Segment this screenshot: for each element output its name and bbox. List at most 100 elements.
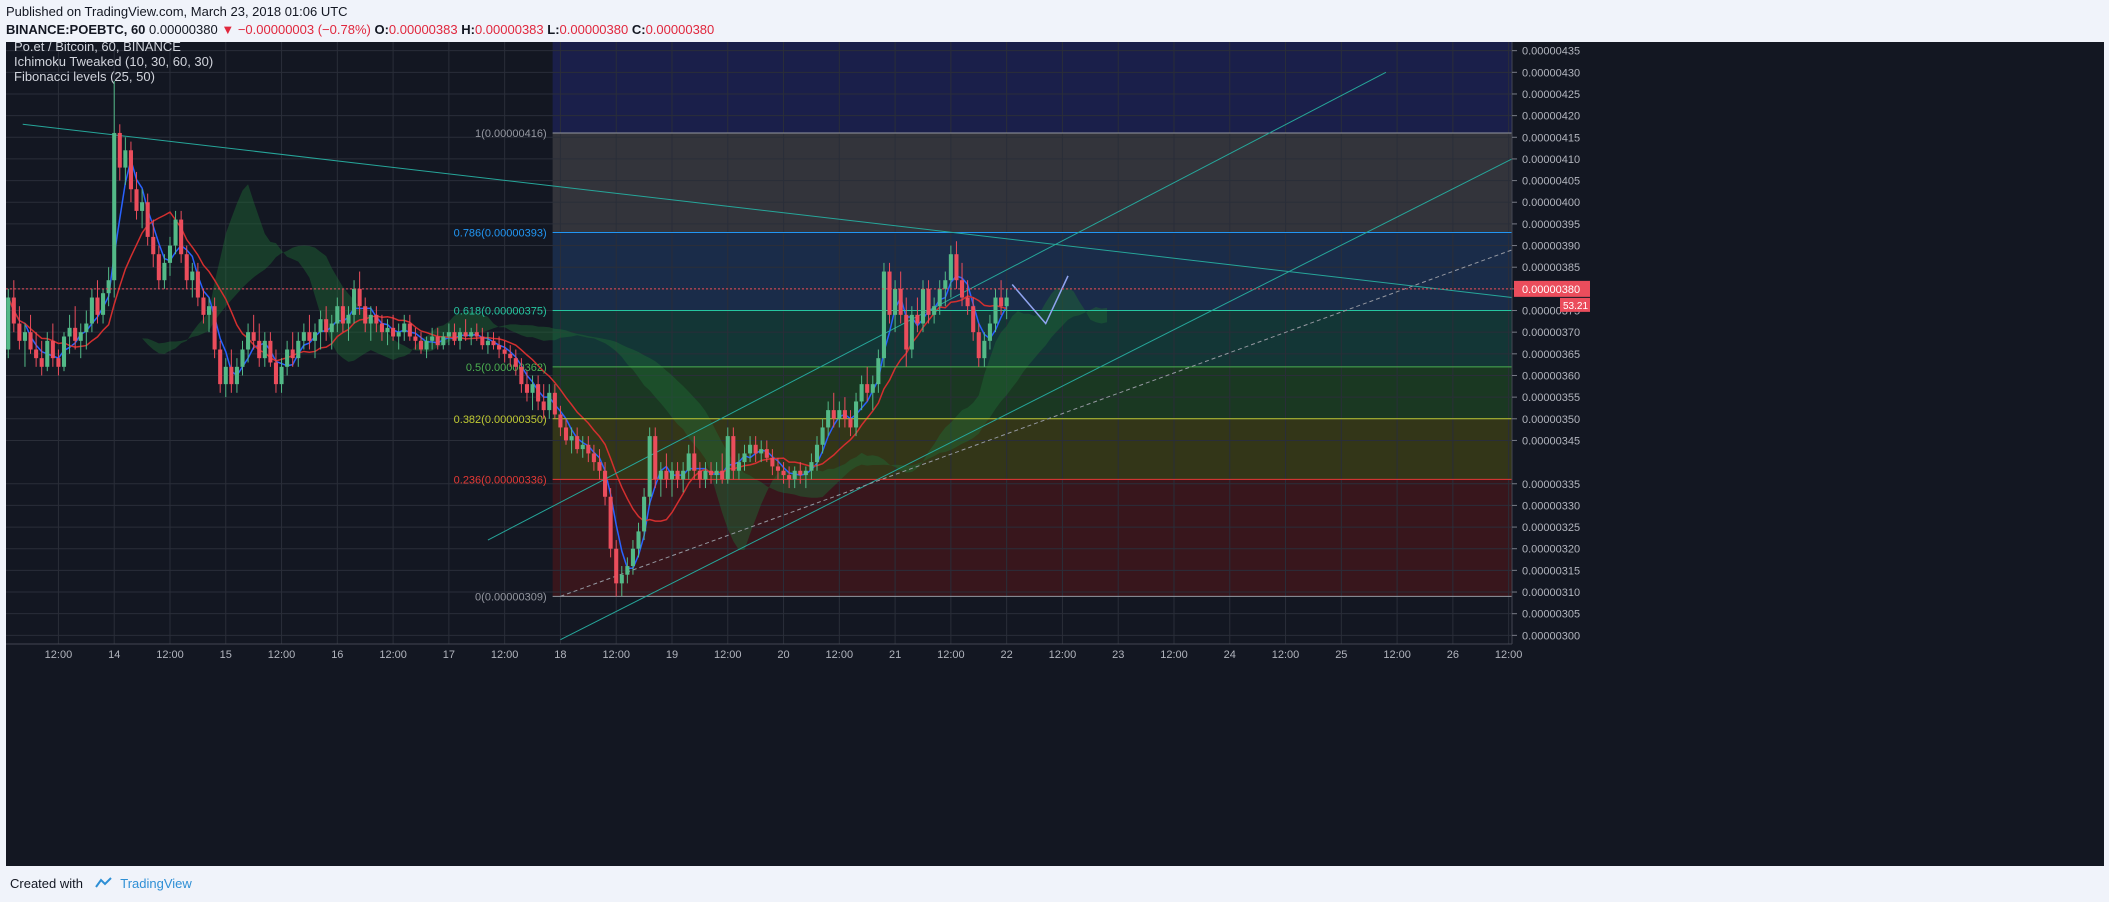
- candle-body: [976, 332, 981, 359]
- tradingview-link[interactable]: TradingView: [120, 876, 192, 891]
- candle-body: [240, 349, 245, 367]
- price-tick-label: 0.00000390: [1522, 241, 1580, 253]
- candle-body: [396, 332, 401, 337]
- candle-body: [965, 297, 970, 307]
- candle-body: [357, 288, 362, 307]
- time-tick-label: 12:00: [1272, 649, 1300, 661]
- candle-body: [251, 332, 256, 341]
- time-tick-label: 16: [331, 649, 343, 661]
- candle-body: [692, 453, 697, 471]
- candle-body: [904, 314, 909, 350]
- candle-body: [720, 470, 725, 480]
- candle-body: [675, 470, 680, 480]
- symbol-ohlc-line: BINANCE:POEBTC, 60 0.00000380 ▼ −0.00000…: [6, 22, 714, 37]
- candle-body: [430, 336, 435, 341]
- candle-body: [748, 444, 753, 454]
- price-tick-label: 0.00000325: [1522, 522, 1580, 534]
- candle-body: [798, 470, 803, 476]
- candle-body: [84, 323, 89, 333]
- candle-body: [926, 288, 931, 315]
- candle-body: [814, 444, 820, 463]
- candle-body: [457, 332, 463, 341]
- candle-body: [318, 319, 323, 333]
- candle-body: [669, 470, 675, 480]
- candle-body: [246, 332, 251, 350]
- fib-label-0.236: 0.236(0.00000336): [454, 474, 547, 486]
- candle-body: [909, 314, 914, 350]
- close-label: C:: [631, 22, 646, 37]
- candle-body: [140, 202, 145, 211]
- fib-zone-0.236: [552, 479, 1512, 597]
- candle-body: [932, 306, 937, 315]
- candle-body: [920, 288, 926, 324]
- fib-label-0.5: 0.5(0.00000362): [466, 362, 547, 374]
- candle-body: [6, 297, 11, 350]
- legend-ichimoku[interactable]: Ichimoku Tweaked (10, 30, 60, 30): [14, 54, 213, 69]
- candle-body: [34, 349, 39, 359]
- candle-body: [792, 470, 797, 480]
- candle-body: [708, 470, 714, 476]
- candle-body: [290, 349, 295, 359]
- candle-body: [17, 323, 22, 341]
- candle-body: [184, 254, 189, 281]
- candle-body: [987, 323, 992, 341]
- candle-body: [469, 332, 474, 337]
- candle-body: [575, 436, 580, 450]
- fib-zone-top: [552, 42, 1512, 133]
- price-tick-label: 0.00000335: [1522, 479, 1580, 491]
- candle-body: [530, 384, 535, 393]
- candle-body: [296, 340, 301, 359]
- time-tick-label: 24: [1224, 649, 1236, 661]
- time-tick-label: 12:00: [714, 649, 742, 661]
- candle-body: [117, 132, 122, 168]
- candle-body: [876, 358, 881, 385]
- candle-body: [262, 340, 267, 359]
- published-caption: Published on TradingView.com, March 23, …: [6, 4, 348, 19]
- time-tick-label: 12:00: [937, 649, 965, 661]
- candle-body: [101, 293, 106, 315]
- candle-body: [11, 297, 16, 324]
- candle-body: [324, 319, 329, 333]
- price-change: ▼ −0.00000003 (−0.78%): [221, 22, 371, 37]
- candle-body: [112, 132, 117, 281]
- time-tick-label: 17: [443, 649, 455, 661]
- candle-body: [887, 271, 892, 315]
- candle-body: [218, 349, 223, 385]
- candle-body: [653, 436, 658, 480]
- candle-body: [837, 410, 842, 419]
- candle-body: [820, 427, 825, 445]
- candle-body: [759, 449, 764, 454]
- price-tick-label: 0.00000360: [1522, 370, 1580, 382]
- price-tick-label: 0.00000320: [1522, 544, 1580, 556]
- candle-body: [268, 340, 273, 363]
- price-tick-label: 0.00000435: [1522, 46, 1580, 58]
- time-tick-label: 14: [108, 649, 120, 661]
- candle-body: [223, 366, 228, 385]
- candle-body: [915, 314, 920, 324]
- candle-body: [391, 327, 396, 337]
- candle-body: [285, 349, 290, 367]
- candle-body: [407, 323, 412, 337]
- candle-body: [491, 340, 496, 346]
- candle-body: [608, 496, 613, 549]
- candle-body: [681, 470, 686, 480]
- time-tick-label: 19: [666, 649, 678, 661]
- candle-body: [195, 271, 200, 298]
- candle-body: [736, 462, 741, 471]
- chart-canvas[interactable]: 1(0.00000416) 0.786(0.00000393) 0.618(0.00…: [6, 42, 2104, 866]
- legend-fibonacci[interactable]: Fibonacci levels (25, 50): [14, 69, 155, 84]
- fib-label-0.786: 0.786(0.00000393): [454, 228, 547, 240]
- candle-body: [497, 345, 502, 350]
- candle-body: [898, 288, 903, 315]
- candle-body: [418, 340, 424, 350]
- candle-body: [848, 418, 853, 428]
- candle-body: [519, 366, 524, 385]
- price-tick-label: 0.00000400: [1522, 197, 1580, 209]
- chart-panel[interactable]: 1(0.00000416) 0.786(0.00000393) 0.618(0.00…: [6, 39, 2104, 866]
- price-tick-label: 0.00000315: [1522, 565, 1580, 577]
- candle-body: [340, 306, 345, 324]
- time-tick-label: 12:00: [491, 649, 519, 661]
- candle-body: [948, 254, 953, 281]
- candle-body: [89, 297, 94, 324]
- candle-body: [234, 366, 239, 385]
